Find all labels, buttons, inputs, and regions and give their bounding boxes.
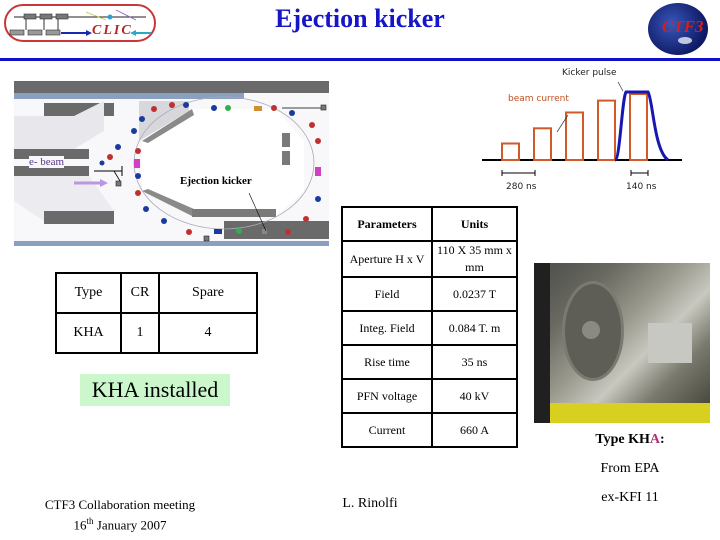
kicker-type-table: Type CR Spare KHA 1 4 [55,272,258,354]
spacing-label: 280 ns [506,182,537,192]
beam-current-bar [501,142,520,161]
table-header-row: Type CR Spare [55,272,258,314]
table-row: Integ. Field 0.084 T. m [341,310,518,346]
date-rest: January 2007 [93,517,167,533]
table-row: Field 0.0237 T [341,276,518,312]
header-cell: Units [431,206,518,242]
beam-current-bar [629,93,648,161]
header-cell: CR [120,272,160,314]
caption-type-suffix: : [660,432,665,447]
caption-type-prefix: Type KH [595,432,650,447]
caption-type-highlight: A [649,432,661,447]
table-row: KHA 1 4 [55,312,258,354]
param-name: Current [341,412,433,448]
kicker-photo [534,263,710,423]
width-marker [630,170,649,176]
param-name: Rise time [341,344,433,380]
header-cell: Parameters [341,206,433,242]
page-title: Ejection kicker [275,4,445,33]
param-name: Field [341,276,433,312]
pulse-timing-diagram: Kicker pulse beam current 280 ns 140 ns [470,60,720,200]
footer-author: L. Rinolfi [342,496,398,511]
support-frame [534,403,710,423]
param-value: 0.0237 T [431,276,518,312]
cr-cell: 1 [120,312,160,354]
meeting-name: CTF3 Collaboration meeting [44,497,196,512]
vacuum-chamber [648,323,692,363]
ring-icon [678,37,692,44]
pulse-graphic [482,81,682,176]
footer-meeting: CTF3 Collaboration meeting 16th January … [20,496,220,533]
param-value: 35 ns [431,344,518,380]
header-cell: Spare [158,272,258,314]
param-name: Aperture H x V [341,240,433,278]
table-row: Rise time 35 ns [341,344,518,380]
ctf3-logo: CTF3 [648,3,708,55]
accelerator-ring-diagram: e- beam Ejection kicker [14,81,329,246]
kicker-pulse-curve [613,90,670,162]
spacing-marker [501,170,536,176]
installed-status-badge: KHA installed [80,374,230,406]
beam-current-label: beam current [508,94,569,104]
meeting-date: 16th January 2007 [20,513,220,533]
param-value: 660 A [431,412,518,448]
beam-current-bar [597,99,616,161]
param-value: 40 kV [431,378,518,414]
table-row: PFN voltage 40 kV [341,378,518,414]
ejection-kicker-marker [262,229,267,234]
date-day: 16 [73,517,87,533]
photo-caption-former-name: ex-KFI 11 [601,490,659,505]
table-header-row: Parameters Units [341,206,518,242]
table-row: Aperture H x V 110 X 35 mm x mm [341,240,518,278]
photo-caption-type: Type KHA: [560,432,700,448]
beam-current-bar [565,111,584,161]
param-name: Integ. Field [341,310,433,346]
beam-current-bar [533,127,552,161]
kicker-pulse-label: Kicker pulse [562,68,617,78]
ctf3-logo-text: CTF3 [662,17,704,36]
cables [534,263,550,423]
photo-caption-origin: From EPA [600,461,660,476]
beam-label: e- beam [29,156,65,168]
param-value: 0.084 T. m [431,310,518,346]
flange-port [582,321,600,339]
ejection-kicker-label: Ejection kicker [180,175,252,187]
header-cell: Type [55,272,122,314]
date-suffix: th [86,516,94,526]
param-value: 110 X 35 mm x mm [431,240,518,278]
param-name: PFN voltage [341,378,433,414]
type-cell: KHA [55,312,122,354]
parameters-table: Parameters Units Aperture H x V 110 X 35 … [341,206,518,448]
spare-cell: 4 [158,312,258,354]
width-label: 140 ns [626,182,657,192]
table-row: Current 660 A [341,412,518,448]
